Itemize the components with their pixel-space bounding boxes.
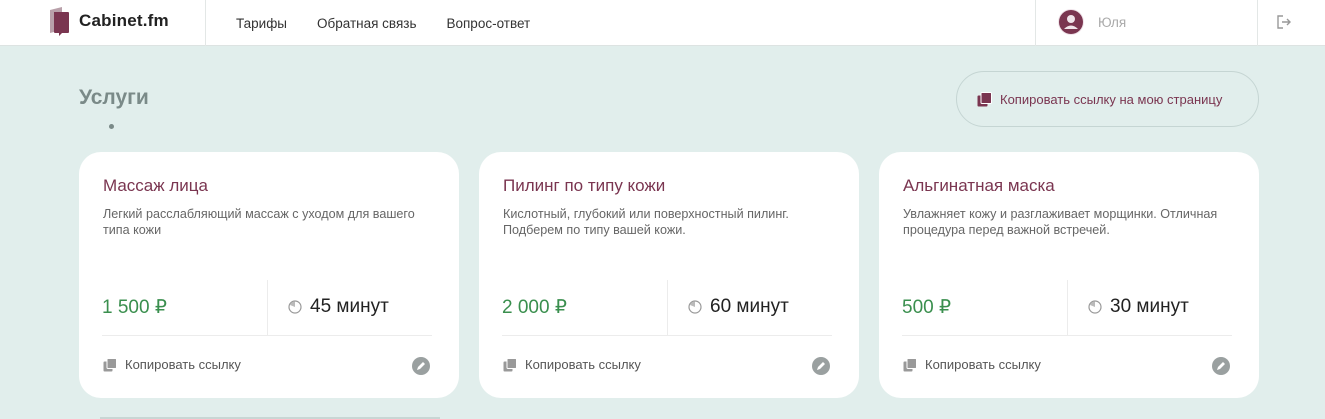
clock-icon	[288, 300, 302, 314]
clock-icon	[688, 300, 702, 314]
edit-icon[interactable]	[412, 357, 430, 375]
service-price: 2 000 ₽	[502, 297, 567, 318]
service-card: Пилинг по типу кожи Кислотный, глубокий …	[479, 152, 859, 398]
service-title: Альгинатная маска	[903, 176, 1055, 195]
service-description: Легкий расслабляющий массаж с уходом для…	[103, 207, 415, 237]
service-meta: 1 500 ₽ 45 минут	[102, 280, 432, 336]
user-menu[interactable]: Юля	[1058, 9, 1126, 35]
user-name: Юля	[1098, 14, 1127, 30]
meta-divider	[267, 280, 268, 336]
copy-page-link-button[interactable]: Копировать ссылку на мою страницу	[956, 71, 1259, 127]
copy-link-label: Копировать ссылку	[525, 357, 641, 372]
title-dot	[109, 124, 114, 129]
edit-icon[interactable]	[1212, 357, 1230, 375]
copy-icon	[503, 357, 517, 371]
copy-link-label: Копировать ссылку	[125, 357, 241, 372]
header-divider	[205, 0, 206, 46]
clock-icon	[1088, 300, 1102, 314]
service-price: 500 ₽	[902, 297, 952, 318]
header-divider	[1035, 0, 1036, 46]
copy-icon	[903, 357, 917, 371]
nav-feedback[interactable]: Обратная связь	[317, 16, 416, 31]
duration-text: 45 минут	[310, 296, 389, 317]
service-title: Пилинг по типу кожи	[503, 176, 666, 195]
brand-name: Cabinet.fm	[79, 11, 169, 30]
meta-divider	[667, 280, 668, 336]
copy-page-link-label: Копировать ссылку на мою страницу	[1000, 91, 1223, 107]
service-card: Массаж лица Легкий расслабляющий массаж …	[79, 152, 459, 398]
user-icon	[1059, 10, 1083, 34]
service-description: Кислотный, глубокий или поверхностный пи…	[503, 207, 789, 237]
header-divider	[1257, 0, 1258, 46]
service-duration: 60 минут	[688, 296, 789, 318]
nav-tariffs[interactable]: Тарифы	[236, 16, 287, 31]
copy-icon	[977, 91, 992, 106]
service-meta: 2 000 ₽ 60 минут	[502, 280, 832, 336]
main-nav: Тарифы Обратная связь Вопрос-ответ	[236, 0, 560, 46]
page-title: Услуги	[79, 86, 149, 109]
avatar	[1058, 9, 1084, 35]
copy-link-button[interactable]: Копировать ссылку	[103, 357, 241, 372]
duration-text: 60 минут	[710, 296, 789, 317]
logout-icon[interactable]	[1276, 14, 1292, 30]
copy-link-label: Копировать ссылку	[925, 357, 1041, 372]
copy-link-button[interactable]: Копировать ссылку	[503, 357, 641, 372]
edit-icon[interactable]	[812, 357, 830, 375]
service-title: Массаж лица	[103, 176, 208, 195]
service-price: 1 500 ₽	[102, 297, 167, 318]
logo-icon	[48, 6, 70, 36]
duration-text: 30 минут	[1110, 296, 1189, 317]
meta-divider	[1067, 280, 1068, 336]
nav-faq[interactable]: Вопрос-ответ	[446, 16, 530, 31]
copy-link-button[interactable]: Копировать ссылку	[903, 357, 1041, 372]
service-duration: 30 минут	[1088, 296, 1189, 318]
top-header: Cabinet.fm Тарифы Обратная связь Вопрос-…	[0, 0, 1325, 46]
service-duration: 45 минут	[288, 296, 389, 318]
service-meta: 500 ₽ 30 минут	[902, 280, 1232, 336]
service-card: Альгинатная маска Увлажняет кожу и разгл…	[879, 152, 1259, 398]
brand-logo[interactable]: Cabinet.fm	[48, 6, 169, 36]
copy-icon	[103, 357, 117, 371]
service-description: Увлажняет кожу и разглаживает морщинки. …	[903, 207, 1218, 237]
